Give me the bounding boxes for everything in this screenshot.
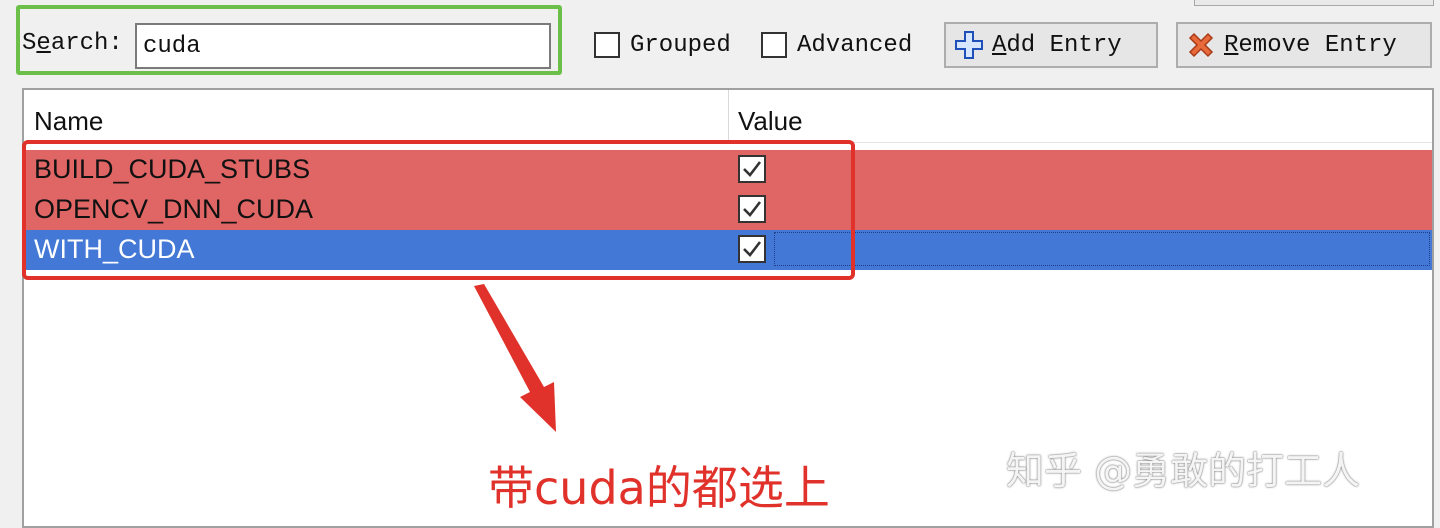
table-header: Name Value bbox=[24, 90, 1432, 143]
advanced-checkbox[interactable]: Advanced bbox=[761, 30, 912, 60]
remove-entry-button[interactable]: Remove Entry bbox=[1176, 22, 1432, 68]
advanced-label: Advanced bbox=[797, 31, 913, 59]
grouped-checkbox-box[interactable] bbox=[594, 32, 620, 58]
plus-cross-icon bbox=[954, 30, 984, 60]
x-cross-icon bbox=[1186, 30, 1216, 60]
remove-entry-label: Remove Entry bbox=[1224, 31, 1397, 59]
grouped-checkbox[interactable]: Grouped bbox=[594, 30, 731, 60]
annotation-text: 带cuda的都选上 bbox=[488, 461, 830, 515]
add-entry-label: Add Entry bbox=[992, 31, 1122, 59]
search-input[interactable] bbox=[135, 23, 551, 69]
grouped-label: Grouped bbox=[630, 31, 731, 59]
arrow-down-icon bbox=[474, 284, 556, 432]
column-header-name[interactable]: Name bbox=[34, 106, 103, 137]
column-header-value[interactable]: Value bbox=[738, 106, 803, 137]
value-editor-focus[interactable] bbox=[774, 232, 1430, 266]
advanced-checkbox-box[interactable] bbox=[761, 32, 787, 58]
watermark: 知乎 @勇敢的打工人 bbox=[1006, 449, 1361, 493]
annotation-highlight-box bbox=[22, 140, 855, 280]
add-entry-button[interactable]: Add Entry bbox=[944, 22, 1158, 68]
scrolled-off-button-edge bbox=[1194, 0, 1434, 6]
search-label: Search: bbox=[22, 30, 123, 57]
column-divider[interactable] bbox=[728, 90, 729, 142]
